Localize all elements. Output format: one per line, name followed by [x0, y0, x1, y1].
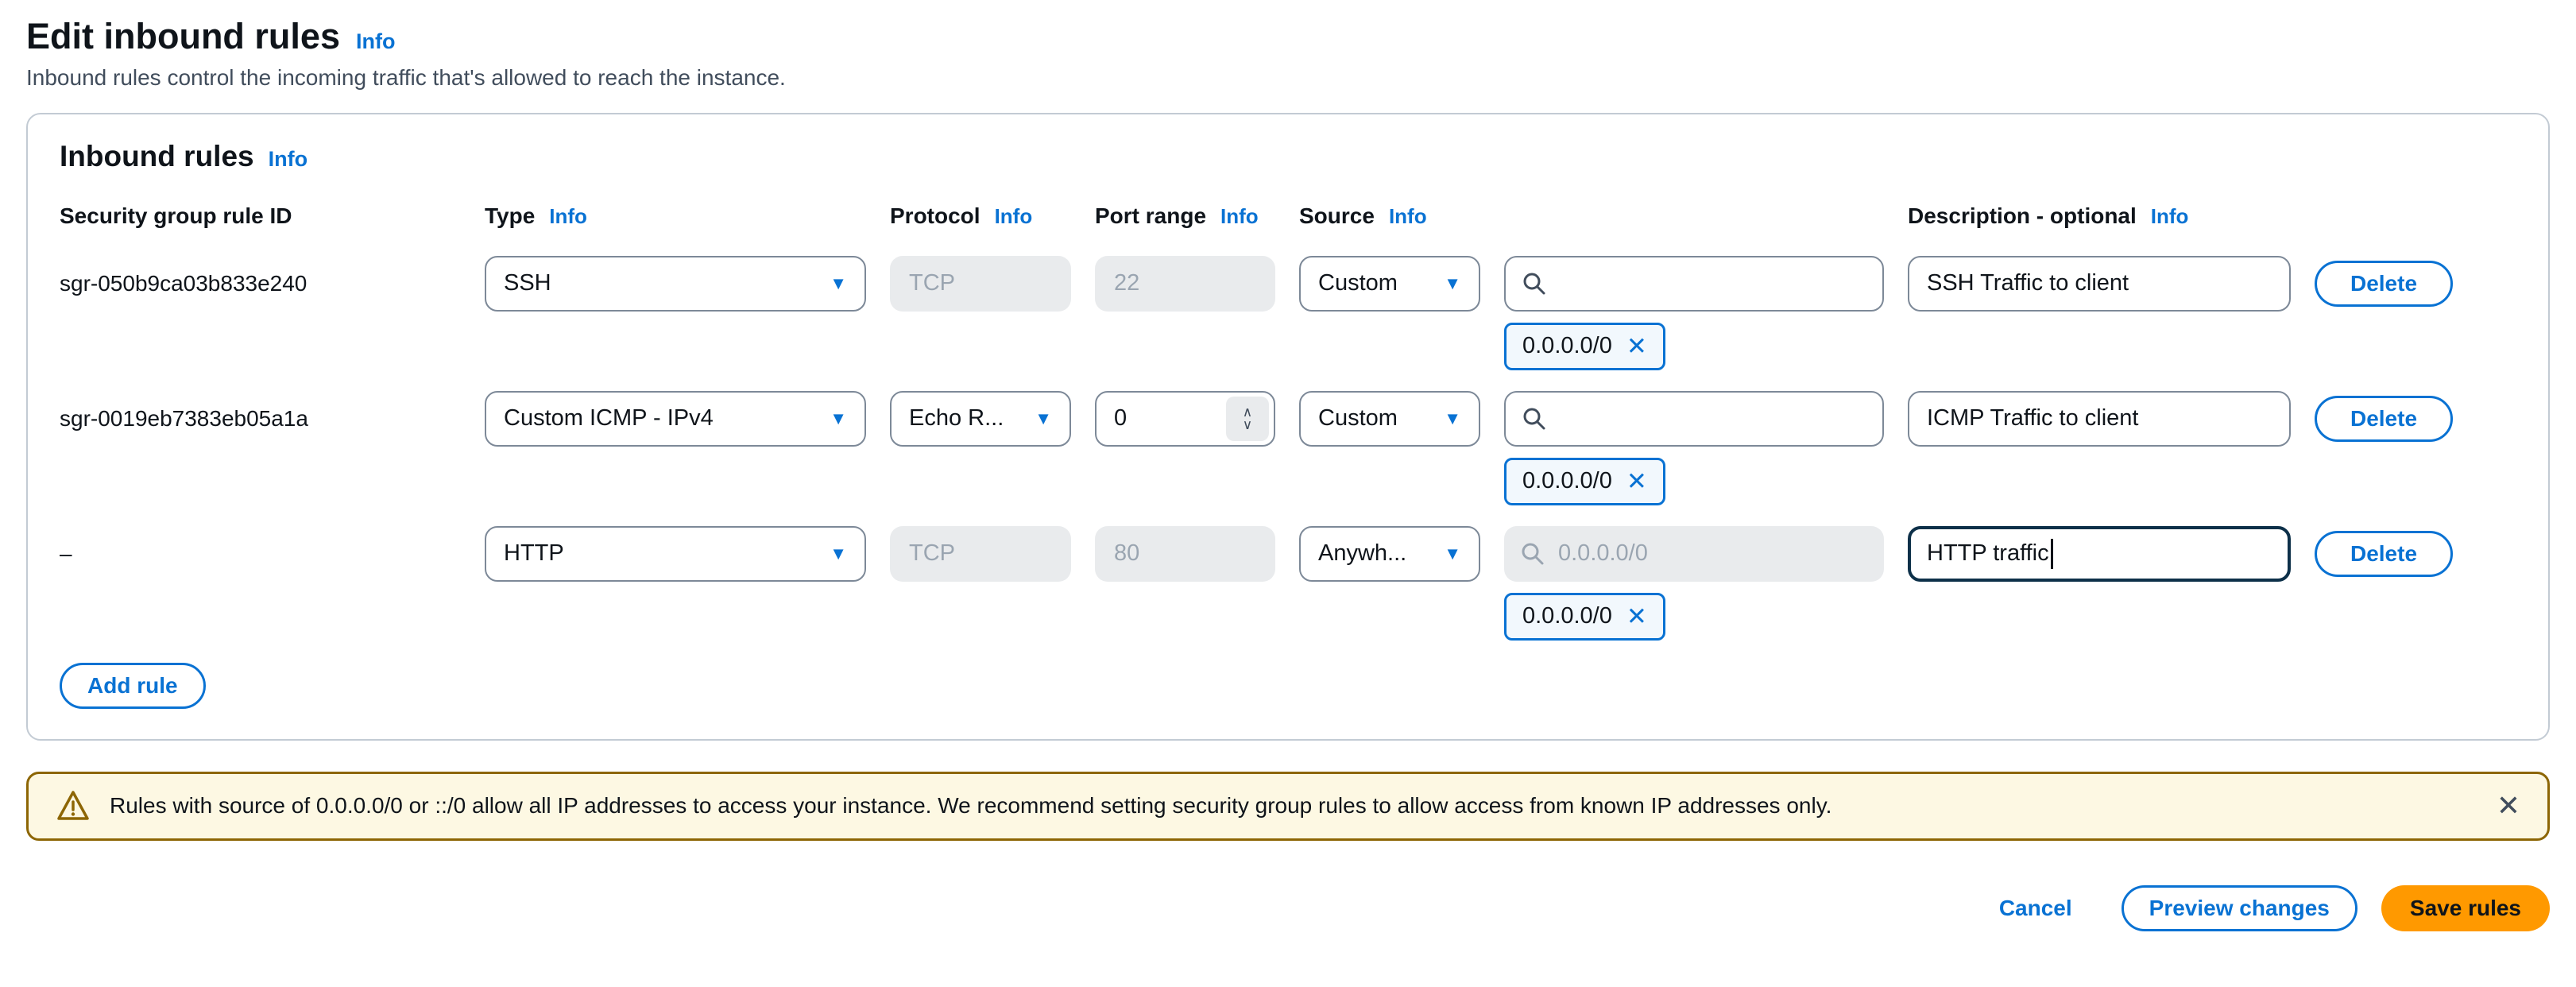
source-mode-select[interactable]: Custom ▼: [1299, 391, 1480, 447]
port-range-field: 80: [1095, 526, 1275, 582]
column-header-rule-id: Security group rule ID: [60, 203, 461, 229]
protocol-select-value: Echo R...: [909, 405, 1004, 432]
chevron-down-icon: ▼: [1035, 408, 1052, 429]
description-input-focused[interactable]: HTTP traffic: [1908, 526, 2291, 582]
chevron-down-icon: ▼: [830, 408, 847, 429]
chevron-down-icon: ▼: [1444, 408, 1461, 429]
cancel-button[interactable]: Cancel: [1991, 885, 2080, 931]
add-rule-button[interactable]: Add rule: [60, 663, 206, 709]
search-icon: [1520, 541, 1545, 567]
rule-row-ssh: sgr-050b9ca03b833e240 SSH ▼ TCP 22 Custo…: [60, 256, 2516, 391]
chevron-down-icon: ▼: [830, 273, 847, 294]
cidr-chip-label: 0.0.0.0/0: [1522, 333, 1612, 359]
delete-button[interactable]: Delete: [2315, 396, 2453, 442]
panel-heading: Inbound rules: [60, 140, 254, 173]
panel-heading-info-link[interactable]: Info: [269, 147, 307, 172]
rule-row-http: – HTTP ▼ TCP 80 Anywh... ▼ 0.0.0.0/0 HTT…: [60, 526, 2516, 661]
type-info-link[interactable]: Info: [549, 204, 587, 229]
chevron-down-icon: ▼: [1444, 544, 1461, 564]
source-info-link[interactable]: Info: [1389, 204, 1427, 229]
cidr-chip: 0.0.0.0/0 ✕: [1504, 593, 1665, 641]
source-mode-value: Custom: [1318, 270, 1398, 296]
source-search-input[interactable]: [1504, 391, 1884, 447]
protocol-select[interactable]: Echo R... ▼: [890, 391, 1071, 447]
column-header-port-range: Port range Info: [1095, 203, 1275, 229]
column-header-description: Description - optional Info: [1908, 203, 2291, 229]
footer-actions: Cancel Preview changes Save rules: [26, 885, 2550, 931]
page-header: Edit inbound rules Info Inbound rules co…: [0, 0, 2576, 91]
column-header-source: Source Info: [1299, 203, 1480, 229]
source-chip-cell: 0.0.0.0/0 ✕: [1504, 323, 1884, 370]
text-cursor: [2051, 539, 2053, 569]
description-info-link[interactable]: Info: [2151, 204, 2189, 229]
rule-id: sgr-050b9ca03b833e240: [60, 271, 461, 296]
port-range-info-link[interactable]: Info: [1220, 204, 1259, 229]
delete-button[interactable]: Delete: [2315, 261, 2453, 307]
warning-banner: Rules with source of 0.0.0.0/0 or ::/0 a…: [26, 772, 2550, 841]
source-search-input[interactable]: [1504, 256, 1884, 312]
protocol-field: TCP: [890, 526, 1071, 582]
description-input[interactable]: ICMP Traffic to client: [1908, 391, 2291, 447]
rule-id: sgr-0019eb7383eb05a1a: [60, 406, 461, 432]
type-select-value: Custom ICMP - IPv4: [504, 405, 714, 432]
type-select[interactable]: HTTP ▼: [485, 526, 866, 582]
warning-triangle-icon: [56, 789, 91, 822]
search-icon: [1522, 271, 1547, 296]
source-chip-cell: 0.0.0.0/0 ✕: [1504, 458, 1884, 505]
source-search-input-disabled: 0.0.0.0/0: [1504, 526, 1884, 582]
rule-row-icmp: sgr-0019eb7383eb05a1a Custom ICMP - IPv4…: [60, 391, 2516, 526]
column-header-type: Type Info: [485, 203, 866, 229]
source-chip-cell: 0.0.0.0/0 ✕: [1504, 593, 1884, 641]
chevron-down-icon: ▼: [1444, 273, 1461, 294]
port-range-field: 22: [1095, 256, 1275, 312]
chevron-down-icon: ▼: [830, 544, 847, 564]
cidr-chip: 0.0.0.0/0 ✕: [1504, 323, 1665, 370]
type-select[interactable]: Custom ICMP - IPv4 ▼: [485, 391, 866, 447]
cidr-chip: 0.0.0.0/0 ✕: [1504, 458, 1665, 505]
remove-chip-icon[interactable]: ✕: [1626, 602, 1647, 631]
search-icon: [1522, 406, 1547, 432]
type-select-value: SSH: [504, 270, 551, 296]
source-mode-select[interactable]: Anywh... ▼: [1299, 526, 1480, 582]
description-input[interactable]: SSH Traffic to client: [1908, 256, 2291, 312]
cidr-chip-label: 0.0.0.0/0: [1522, 603, 1612, 629]
port-range-stepper[interactable]: 0 ∧ ∨: [1095, 391, 1275, 447]
preview-changes-button[interactable]: Preview changes: [2122, 885, 2357, 931]
save-rules-button[interactable]: Save rules: [2381, 885, 2550, 931]
warning-text: Rules with source of 0.0.0.0/0 or ::/0 a…: [110, 793, 1831, 819]
source-mode-select[interactable]: Custom ▼: [1299, 256, 1480, 312]
type-select[interactable]: SSH ▼: [485, 256, 866, 312]
page-subtitle: Inbound rules control the incoming traff…: [26, 65, 2550, 91]
cidr-chip-label: 0.0.0.0/0: [1522, 468, 1612, 494]
search-placeholder: 0.0.0.0/0: [1558, 540, 1648, 567]
column-header-row: Security group rule ID Type Info Protoco…: [60, 203, 2516, 229]
rule-id: –: [60, 541, 461, 567]
column-header-protocol: Protocol Info: [890, 203, 1071, 229]
source-mode-value: Custom: [1318, 405, 1398, 432]
protocol-info-link[interactable]: Info: [995, 204, 1033, 229]
page-title: Edit inbound rules: [26, 16, 340, 57]
type-select-value: HTTP: [504, 540, 564, 567]
stepper-arrows-icon[interactable]: ∧ ∨: [1226, 397, 1269, 441]
page-title-info-link[interactable]: Info: [356, 29, 395, 54]
protocol-field: TCP: [890, 256, 1071, 312]
remove-chip-icon[interactable]: ✕: [1626, 467, 1647, 496]
source-mode-value: Anywh...: [1318, 540, 1406, 567]
delete-button[interactable]: Delete: [2315, 531, 2453, 577]
port-range-value: 0: [1114, 405, 1127, 432]
inbound-rules-panel: Inbound rules Info Security group rule I…: [26, 113, 2550, 741]
remove-chip-icon[interactable]: ✕: [1626, 332, 1647, 361]
close-icon[interactable]: ✕: [2497, 792, 2520, 820]
